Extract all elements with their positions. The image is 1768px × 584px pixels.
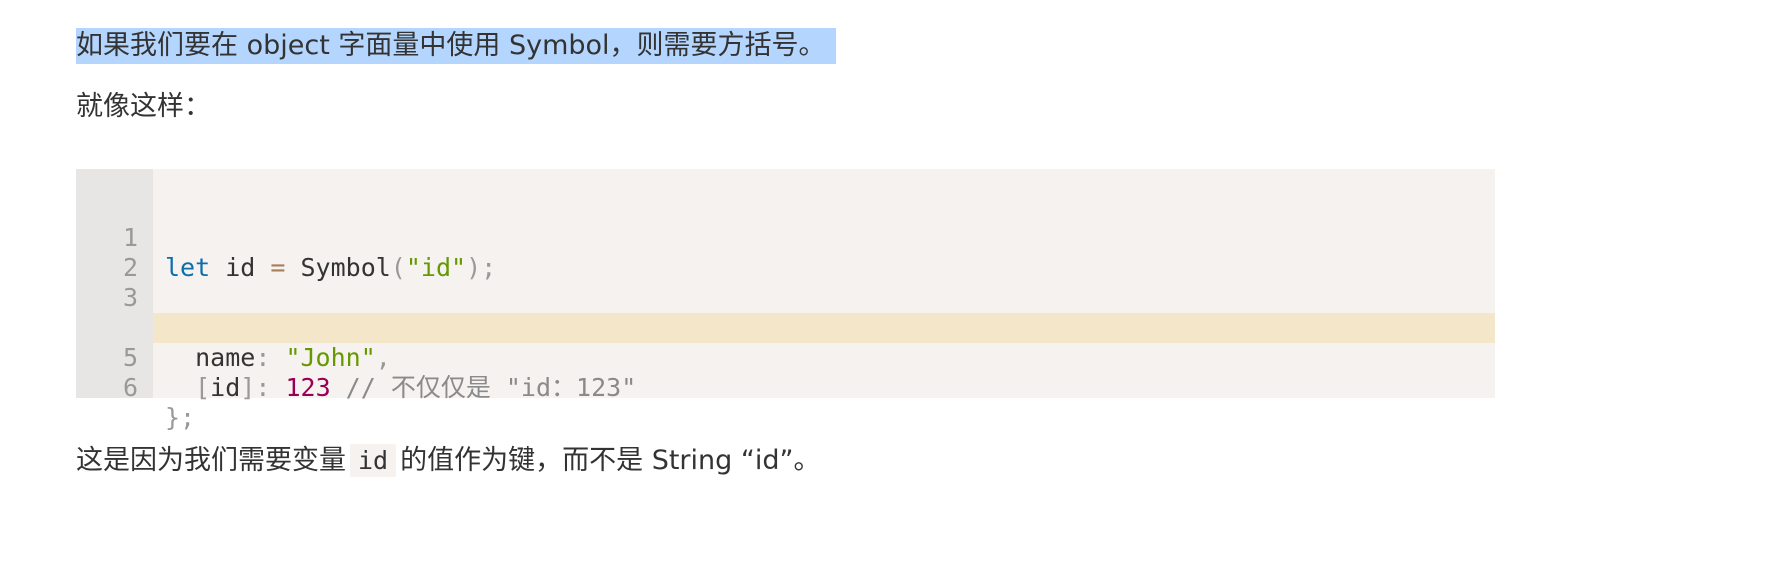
identifier: id (210, 373, 241, 402)
paragraph-explanation: 这是因为我们需要变量 id 的值作为键，而不是 String “id”。 (76, 444, 821, 477)
code-block[interactable]: 1 let id = Symbol("id"); 2 3 let user = … (76, 169, 1495, 432)
code-line-1: 1 let id = Symbol("id"); (76, 193, 1495, 282)
code-line-2: 2 (76, 223, 1495, 282)
paragraph-symbol-intro: 如果我们要在 object 字面量中使用 Symbol，则需要方括号。 (76, 28, 836, 64)
code-line-5-highlighted: 5 [id]: 123 // 不仅仅是 "id：123" (76, 313, 1495, 402)
punctuation: : (255, 373, 271, 402)
number-literal: 123 (285, 373, 331, 402)
line-number: 6 (122, 373, 138, 402)
code-line-6: 6 }; (76, 343, 1495, 432)
selected-text[interactable]: 如果我们要在 object 字面量中使用 Symbol，则需要方括号。 (76, 28, 836, 64)
inline-code-id: id (350, 444, 397, 477)
closing-brace: }; (165, 403, 196, 432)
punctuation: [ (195, 373, 211, 402)
code-line-3: 3 let user = { (76, 253, 1495, 342)
paragraph-like-this: 就像这样： (76, 91, 211, 122)
code-comment: // 不仅仅是 "id：123" (330, 373, 637, 402)
punctuation: ] (240, 373, 256, 402)
code-line-4: 4 name: "John", (76, 283, 1495, 372)
